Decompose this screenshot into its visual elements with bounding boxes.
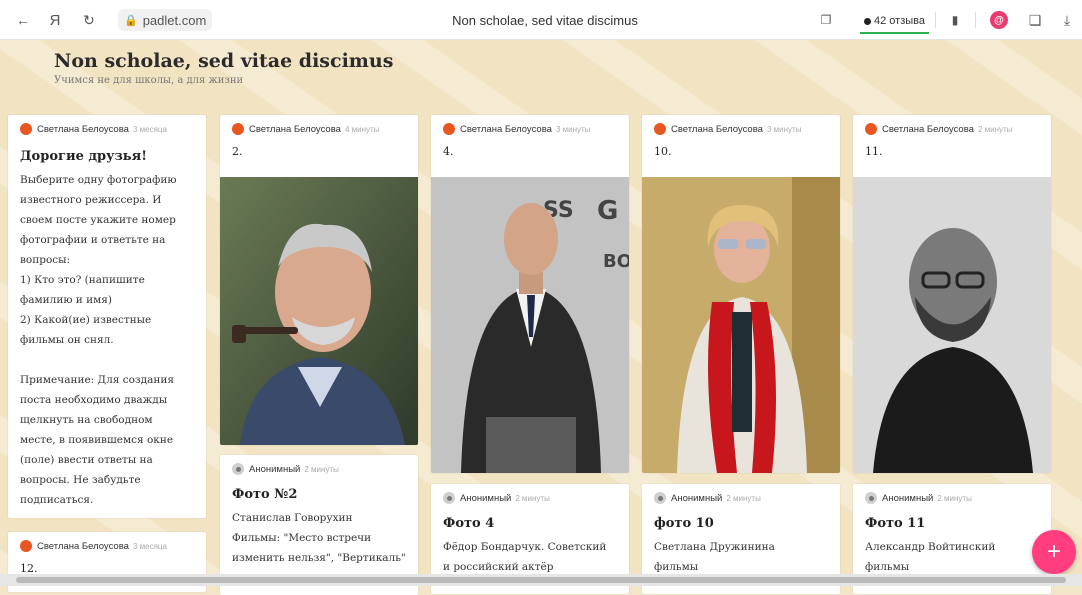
avatar	[865, 123, 877, 135]
svg-text:G: G	[597, 196, 618, 226]
post-author: Анонимный	[460, 492, 512, 504]
post-time: 3 месяца	[132, 541, 167, 551]
url-text: padlet.com	[142, 12, 207, 28]
post-author: Анонимный	[671, 492, 723, 504]
post-author-row: Светлана Белоусова 3 месяца	[8, 115, 206, 143]
post-time: 3 минуты	[555, 124, 591, 134]
portrait-image	[853, 177, 1051, 473]
anonymous-avatar-icon	[443, 492, 455, 504]
anonymous-avatar-icon	[232, 463, 244, 475]
post-time: 2 минуты	[304, 464, 339, 474]
avatar	[443, 123, 455, 135]
post-author-row: Анонимный 2 минуты	[642, 484, 840, 512]
post-time: 3 минуты	[766, 124, 802, 134]
toolbar-divider	[975, 12, 976, 28]
reload-icon[interactable]: ↻	[78, 0, 100, 40]
post-time: 2 минуты	[726, 493, 761, 503]
post-author-row: Светлана Белоусова 3 минуты	[642, 115, 840, 143]
post-body: Выберите одну фотографию известного режи…	[20, 174, 177, 506]
post-title: фото 10	[654, 516, 714, 531]
portrait-image	[220, 177, 418, 445]
post-card-10[interactable]: Светлана Белоусова 3 минуты 10.	[642, 115, 840, 473]
anonymous-avatar-icon	[865, 492, 877, 504]
avatar	[232, 123, 244, 135]
reviews-badge[interactable]: 42 отзыва	[860, 10, 929, 34]
post-body: Фёдор Бондарчук. Советский и российский …	[443, 541, 607, 573]
post-author: Светлана Белоусова	[249, 123, 341, 135]
post-card-11[interactable]: Светлана Белоусова 2 минуты 11.	[853, 115, 1051, 473]
portrait-image	[642, 177, 840, 473]
browser-toolbar: ← Я ↻ 🔒 padlet.com Non scholae, sed vita…	[0, 0, 1082, 40]
tabs-icon[interactable]: ❐	[814, 0, 838, 40]
post-author-row: Светлана Белоусова 3 минуты	[431, 115, 629, 143]
post-title: Фото №2	[232, 487, 298, 502]
wall-title: Non scholae, sed vitae discimus	[54, 50, 394, 72]
download-icon[interactable]: ⤓	[1056, 0, 1078, 40]
bookmark-icon[interactable]: ▮	[944, 0, 966, 40]
reviews-count: 42 отзыва	[874, 15, 925, 27]
post-author-row: Анонимный 2 минуты	[853, 484, 1051, 512]
post-body: Александр Войтинский фильмы	[865, 541, 996, 573]
post-author: Светлана Белоусова	[460, 123, 552, 135]
post-card-intro[interactable]: Светлана Белоусова 3 месяца Дорогие друз…	[8, 115, 206, 518]
avatar	[654, 123, 666, 135]
post-body: Станислав Говорухин Фильмы: "Место встре…	[232, 512, 406, 564]
horizontal-scrollbar[interactable]	[0, 574, 1082, 586]
post-author-row: Анонимный 2 минуты	[220, 455, 418, 483]
post-card-4[interactable]: Светлана Белоусова 3 минуты 4. SS G BO	[431, 115, 629, 473]
avatar	[20, 123, 32, 135]
post-time: 2 минуты	[515, 493, 550, 503]
post-title: Фото 4	[443, 516, 495, 531]
post-author: Анонимный	[882, 492, 934, 504]
post-time: 4 минуты	[344, 124, 380, 134]
chat-bubble-icon	[864, 17, 871, 25]
avatar	[20, 540, 32, 552]
post-photo[interactable]: SS G BO	[431, 177, 629, 473]
yandex-logo-icon[interactable]: Я	[44, 0, 66, 40]
lock-icon: 🔒	[124, 14, 138, 27]
post-card-2[interactable]: Светлана Белоусова 4 минуты 2.	[220, 115, 418, 445]
post-photo[interactable]	[642, 177, 840, 473]
post-author-row: Светлана Белоусова 2 минуты	[853, 115, 1051, 143]
add-post-button[interactable]: +	[1032, 530, 1076, 574]
post-photo[interactable]	[220, 177, 418, 445]
post-author-row: Анонимный 2 минуты	[431, 484, 629, 512]
post-number: 11.	[865, 145, 883, 158]
svg-text:BO: BO	[603, 251, 629, 272]
post-time: 2 минуты	[977, 124, 1013, 134]
post-author: Анонимный	[249, 463, 301, 475]
post-title: Дорогие друзья!	[20, 149, 147, 164]
extension-icon[interactable]: @	[990, 11, 1008, 29]
portrait-image: SS G BO	[431, 177, 629, 473]
page-title-bar: Non scholae, sed vitae discimus	[452, 12, 638, 28]
post-time: 2 минуты	[937, 493, 972, 503]
post-author: Светлана Белоусова	[882, 123, 974, 135]
post-number: 2.	[232, 145, 243, 158]
toolbar-divider	[935, 12, 936, 28]
post-title: Фото 11	[865, 516, 926, 531]
wall-subtitle: Учимся не для школы, а для жизни	[54, 75, 244, 86]
extensions-puzzle-icon[interactable]: ❏	[1022, 0, 1048, 40]
anonymous-avatar-icon	[654, 492, 666, 504]
post-number: 10.	[654, 145, 672, 158]
post-author: Светлана Белоусова	[37, 540, 129, 552]
post-photo[interactable]	[853, 177, 1051, 473]
post-body: Светлана Дружинина фильмы	[654, 541, 775, 573]
post-number: 4.	[443, 145, 454, 158]
post-author-row: Светлана Белоусова 3 месяца	[8, 532, 206, 560]
post-time: 3 месяца	[132, 124, 167, 134]
post-author: Светлана Белоусова	[671, 123, 763, 135]
post-author: Светлана Белоусова	[37, 123, 129, 135]
post-author-row: Светлана Белоусова 4 минуты	[220, 115, 418, 143]
address-bar[interactable]: 🔒 padlet.com	[118, 9, 213, 31]
back-arrow-icon[interactable]: ←	[12, 0, 34, 40]
scrollbar-thumb[interactable]	[16, 577, 1066, 583]
